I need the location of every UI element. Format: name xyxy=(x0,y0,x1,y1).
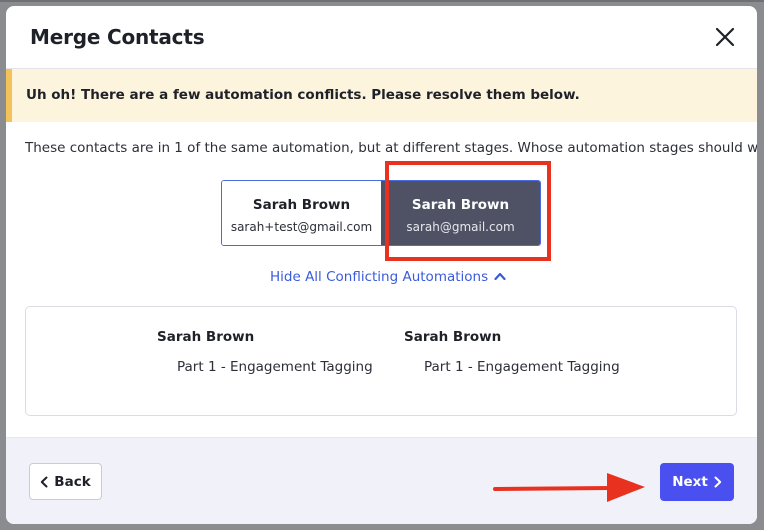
chevron-up-icon xyxy=(494,272,506,280)
hide-conflicting-automations-link[interactable]: Hide All Conflicting Automations xyxy=(270,269,506,285)
back-button-label: Back xyxy=(54,473,91,490)
chevron-left-icon xyxy=(41,476,48,487)
contact-name: Sarah Brown xyxy=(411,197,510,213)
warning-banner: Uh oh! There are a few automation confli… xyxy=(6,69,757,122)
backdrop xyxy=(0,0,764,2)
contact-email: sarah+test@gmail.com xyxy=(230,220,373,234)
annotation-arrow-icon xyxy=(493,473,645,502)
back-button[interactable]: Back xyxy=(29,463,102,500)
next-button[interactable]: Next xyxy=(660,463,734,501)
hide-link-label: Hide All Conflicting Automations xyxy=(270,269,489,285)
contact-option-primary[interactable]: Sarah Brown sarah@gmail.com xyxy=(381,181,540,245)
conflict-question: These contacts are in 1 of the same auto… xyxy=(25,140,757,156)
close-button[interactable] xyxy=(713,25,737,49)
conflicting-automations-panel: Sarah Brown Part 1 - Engagement Tagging … xyxy=(25,306,737,416)
warning-text: Uh oh! There are a few automation confli… xyxy=(26,87,580,103)
next-button-label: Next xyxy=(672,474,708,490)
modal-header: Merge Contacts xyxy=(6,6,757,69)
contact-email: sarah@gmail.com xyxy=(406,220,515,234)
close-icon xyxy=(715,27,735,47)
automation-stage: Part 1 - Engagement Tagging xyxy=(424,359,620,375)
chevron-right-icon xyxy=(714,476,722,488)
automation-column-name: Sarah Brown xyxy=(404,329,502,345)
modal-footer: Back Next xyxy=(6,437,757,524)
merge-contacts-modal: Merge Contacts Uh oh! There are a few au… xyxy=(6,6,757,524)
contact-selector: Sarah Brown sarah+test@gmail.com Sarah B… xyxy=(221,180,541,246)
automation-stage: Part 1 - Engagement Tagging xyxy=(177,359,373,375)
automation-column-name: Sarah Brown xyxy=(157,329,255,345)
contact-option-test[interactable]: Sarah Brown sarah+test@gmail.com xyxy=(222,181,381,245)
warning-stripe xyxy=(6,69,12,122)
contact-name: Sarah Brown xyxy=(252,197,351,213)
modal-title: Merge Contacts xyxy=(30,25,205,49)
